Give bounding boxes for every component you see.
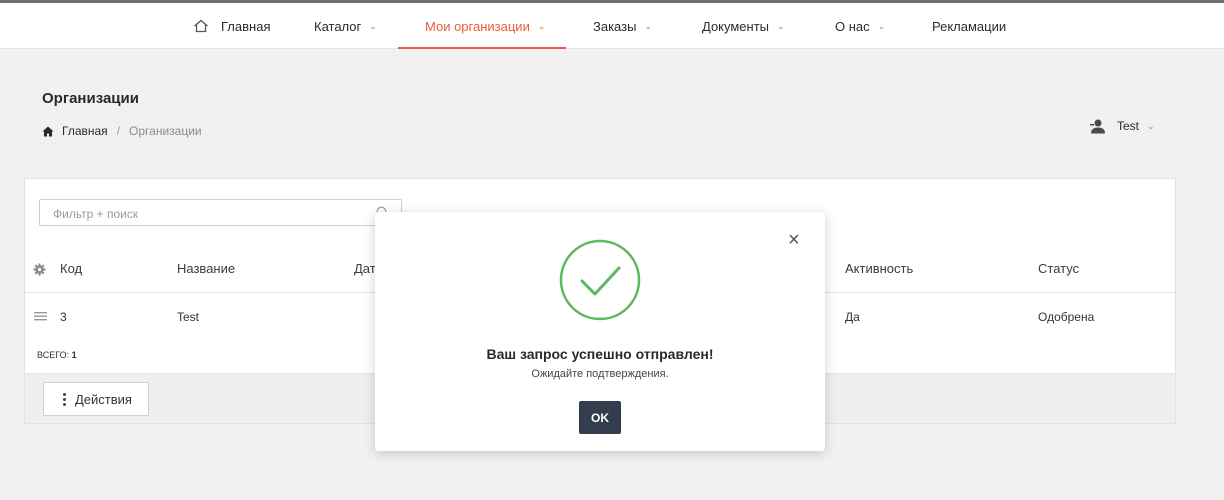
- cell-activity: Да: [845, 310, 860, 324]
- home-icon: [194, 19, 208, 33]
- active-nav-underline: [398, 47, 566, 49]
- nav-item-home[interactable]: Главная: [193, 3, 270, 49]
- nav-item-orders[interactable]: Заказы ⌄: [593, 3, 652, 49]
- actions-button[interactable]: Действия: [43, 382, 149, 416]
- chevron-down-icon: ⌄: [537, 20, 546, 31]
- user-icon: [1090, 119, 1105, 134]
- breadcrumb-current: Организации: [129, 124, 202, 138]
- nav-label: Мои организации: [425, 18, 530, 34]
- user-menu[interactable]: Test ⌄: [1090, 118, 1155, 134]
- chevron-down-icon: ⌄: [877, 20, 886, 31]
- nav-item-documents[interactable]: Документы ⌄: [702, 3, 785, 49]
- success-modal: × Ваш запрос успешно отправлен! Ожидайте…: [375, 212, 825, 451]
- modal-title: Ваш запрос успешно отправлен!: [486, 346, 714, 362]
- page-title: Организации: [42, 90, 139, 107]
- column-header-status[interactable]: Статус: [1038, 261, 1079, 276]
- nav-label: Каталог: [314, 18, 362, 34]
- column-header-activity[interactable]: Активность: [845, 261, 913, 276]
- column-header-date[interactable]: Дат: [354, 261, 376, 276]
- total-count: ВСЕГО: 1: [37, 350, 77, 360]
- search-input[interactable]: Фильтр + поиск: [39, 199, 402, 226]
- breadcrumb-home-link[interactable]: Главная: [62, 124, 108, 138]
- actions-label: Действия: [75, 391, 132, 407]
- home-icon[interactable]: [42, 126, 54, 137]
- total-value: 1: [71, 350, 77, 360]
- chevron-down-icon: ⌄: [369, 20, 377, 31]
- nav-item-about[interactable]: О нас ⌄: [835, 3, 885, 49]
- chevron-down-icon: ⌄: [644, 20, 652, 31]
- cell-name[interactable]: Test: [177, 310, 199, 324]
- success-check-icon: [559, 239, 641, 321]
- nav-label: Рекламации: [932, 18, 1007, 34]
- column-header-code[interactable]: Код: [60, 261, 82, 276]
- nav-label: Документы: [702, 18, 770, 34]
- drag-handle-icon[interactable]: [34, 312, 47, 321]
- nav-item-my-organizations[interactable]: Мои организации ⌄: [425, 3, 545, 49]
- top-navigation: Главная Каталог ⌄ Мои организации ⌄ Зака…: [0, 3, 1224, 49]
- nav-item-claims[interactable]: Рекламации: [932, 3, 1006, 49]
- total-label: ВСЕГО:: [37, 350, 70, 360]
- cell-status: Одобрена: [1038, 310, 1095, 324]
- column-header-name[interactable]: Название: [177, 261, 235, 276]
- search-placeholder: Фильтр + поиск: [53, 207, 139, 221]
- close-icon[interactable]: ×: [788, 230, 800, 250]
- nav-label: Заказы: [593, 18, 637, 34]
- gear-icon[interactable]: [33, 263, 46, 276]
- chevron-down-icon: ⌄: [777, 20, 785, 31]
- ok-button[interactable]: OK: [579, 401, 621, 434]
- nav-label: Главная: [221, 18, 271, 34]
- modal-subtitle: Ожидайте подтверждения.: [531, 368, 669, 380]
- nav-item-catalog[interactable]: Каталог ⌄: [314, 3, 377, 49]
- user-name: Test: [1117, 119, 1140, 133]
- nav-label: О нас: [835, 18, 870, 34]
- more-vertical-icon: [63, 392, 66, 406]
- breadcrumb-separator: /: [116, 124, 121, 138]
- chevron-down-icon: ⌄: [1147, 120, 1155, 131]
- cell-code: 3: [60, 310, 67, 324]
- breadcrumb: Главная / Организации: [42, 124, 202, 138]
